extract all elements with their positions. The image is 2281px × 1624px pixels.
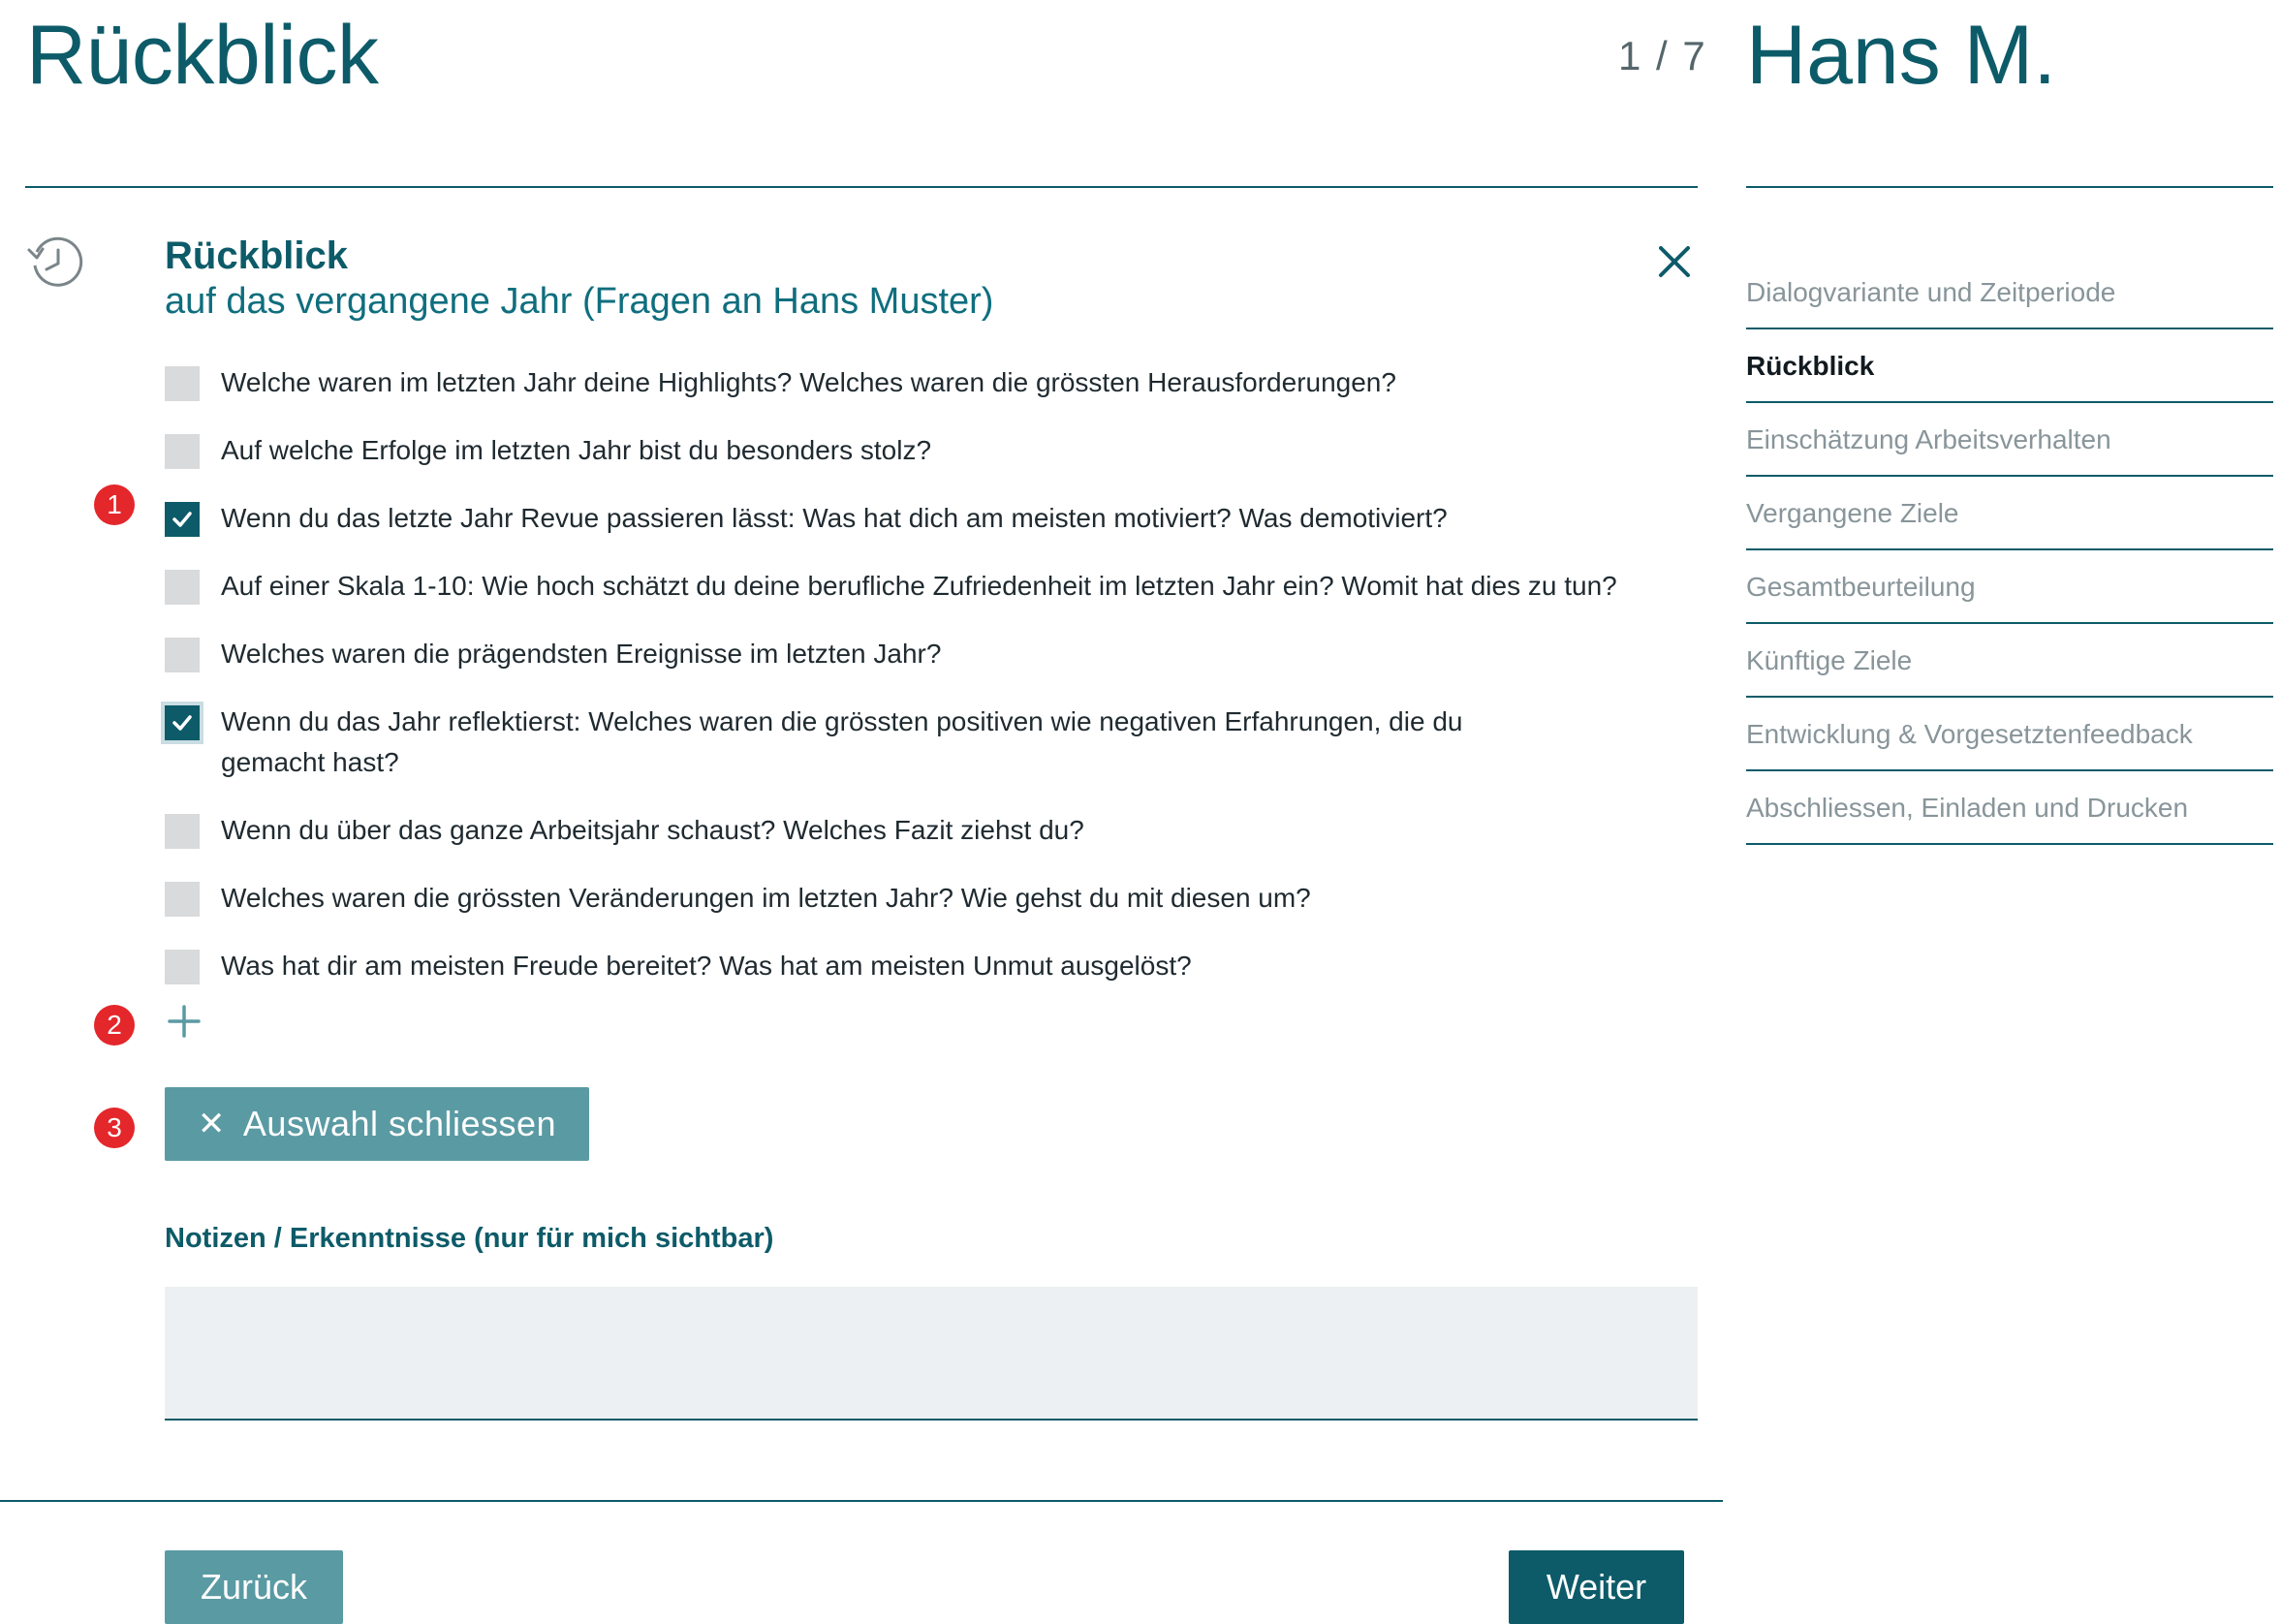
question-text: Auf einer Skala 1-10: Wie hoch schätzt d… <box>221 571 1617 601</box>
footer-divider <box>0 1500 1723 1502</box>
x-icon: ✕ <box>197 1106 226 1142</box>
question-text: Auf welche Erfolge im letzten Jahr bist … <box>221 435 932 465</box>
question-text: Was hat dir am meisten Freude bereitet? … <box>221 951 1192 981</box>
question-item: Welches waren die prägendsten Ereignisse… <box>165 634 1618 674</box>
question-item: Wenn du das letzte Jahr Revue passieren … <box>165 498 1618 539</box>
person-name: Hans M. <box>1746 9 2057 102</box>
sidebar-item-vergangene-ziele[interactable]: Vergangene Ziele <box>1746 477 2273 550</box>
sidebar-item-einschaetzung[interactable]: Einschätzung Arbeitsverhalten <box>1746 403 2273 477</box>
page-title: Rückblick <box>26 9 379 102</box>
question-item: Wenn du über das ganze Arbeitsjahr schau… <box>165 810 1618 851</box>
question-text: Wenn du das letzte Jahr Revue passieren … <box>221 503 1448 533</box>
close-selection-button[interactable]: ✕ Auswahl schliessen <box>165 1087 589 1161</box>
page-counter: 1 / 7 <box>1618 33 1707 78</box>
sidebar-nav: Dialogvariante und Zeitperiode Rückblick… <box>1746 256 2273 845</box>
section-title: Rückblick <box>165 234 348 277</box>
question-item: Auf welche Erfolge im letzten Jahr bist … <box>165 430 1618 471</box>
sidebar-item-kuenftige-ziele[interactable]: Künftige Ziele <box>1746 624 2273 698</box>
question-checkbox[interactable] <box>165 570 200 605</box>
question-checkbox[interactable] <box>165 882 200 917</box>
question-checkbox[interactable] <box>165 434 200 469</box>
notes-label: Notizen / Erkenntnisse (nur für mich sic… <box>165 1223 774 1254</box>
question-list: Welche waren im letzten Jahr deine Highl… <box>161 362 1618 1014</box>
question-checkbox[interactable] <box>161 702 203 744</box>
question-item: Welche waren im letzten Jahr deine Highl… <box>165 362 1618 403</box>
question-checkbox[interactable] <box>165 366 200 401</box>
sidebar-item-gesamtbeurteilung[interactable]: Gesamtbeurteilung <box>1746 550 2273 624</box>
next-button[interactable]: Weiter <box>1509 1550 1684 1624</box>
sidebar-header-divider <box>1746 186 2273 188</box>
question-item: Auf einer Skala 1-10: Wie hoch schätzt d… <box>165 566 1618 607</box>
annotation-badge-3: 3 <box>94 1108 135 1148</box>
sidebar-item-abschliessen[interactable]: Abschliessen, Einladen und Drucken <box>1746 771 2273 845</box>
question-checkbox[interactable] <box>165 638 200 672</box>
question-checkbox[interactable] <box>165 814 200 849</box>
annotation-badge-1: 1 <box>94 484 135 525</box>
header-divider <box>25 186 1698 188</box>
question-text: Welches waren die prägendsten Ereignisse… <box>221 639 942 669</box>
history-icon <box>25 233 87 291</box>
back-button[interactable]: Zurück <box>165 1550 343 1624</box>
close-icon[interactable] <box>1657 244 1692 279</box>
question-text: Wenn du das Jahr reflektierst: Welches w… <box>221 706 1463 777</box>
sidebar-item-rueckblick[interactable]: Rückblick <box>1746 329 2273 403</box>
question-text: Welches waren die grössten Veränderungen… <box>221 883 1311 913</box>
question-item: Wenn du das Jahr reflektierst: Welches w… <box>161 702 1618 783</box>
question-checkbox[interactable] <box>165 950 200 984</box>
annotation-badge-2: 2 <box>94 1005 135 1046</box>
question-item: Was hat dir am meisten Freude bereitet? … <box>165 946 1618 986</box>
question-text: Wenn du über das ganze Arbeitsjahr schau… <box>221 815 1084 845</box>
close-selection-label: Auswahl schliessen <box>242 1104 557 1143</box>
question-checkbox[interactable] <box>165 502 200 537</box>
notes-textarea[interactable] <box>165 1287 1698 1421</box>
plus-icon[interactable] <box>167 1004 202 1039</box>
sidebar-item-dialogvariante[interactable]: Dialogvariante und Zeitperiode <box>1746 256 2273 329</box>
question-item: Welches waren die grössten Veränderungen… <box>165 878 1618 919</box>
section-subtitle: auf das vergangene Jahr (Fragen an Hans … <box>165 281 994 322</box>
sidebar-item-entwicklung[interactable]: Entwicklung & Vorgesetztenfeedback <box>1746 698 2273 771</box>
question-text: Welche waren im letzten Jahr deine Highl… <box>221 367 1396 397</box>
